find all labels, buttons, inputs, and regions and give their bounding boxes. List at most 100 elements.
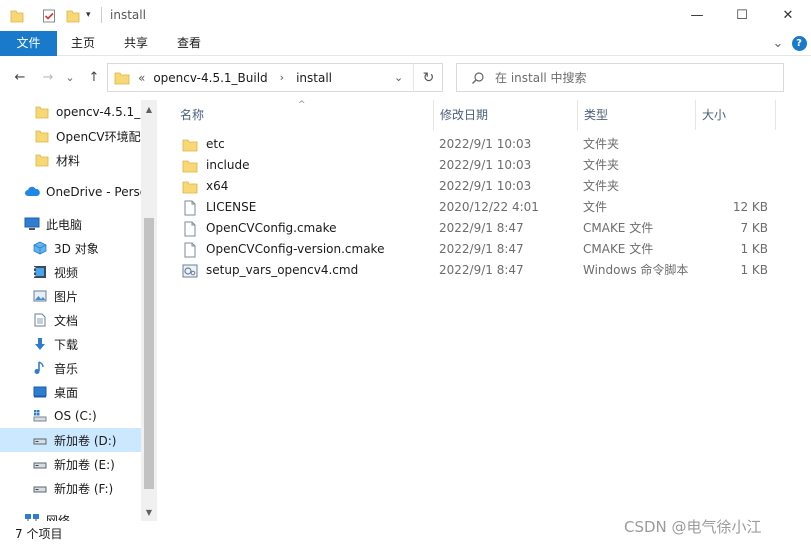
sidebar-item-network[interactable]: 网络: [0, 508, 141, 521]
sidebar-item-label: 此电脑: [46, 217, 83, 232]
sidebar-item-label: 视频: [54, 265, 79, 280]
breadcrumb-install[interactable]: install: [296, 71, 332, 85]
column-header-size[interactable]: 大小: [696, 100, 776, 130]
sidebar-item-label: 网络: [46, 513, 71, 522]
ribbon-collapse-chevron-icon[interactable]: ⌄: [770, 31, 786, 56]
back-button[interactable]: ←: [11, 68, 29, 86]
sidebar-item-pictures[interactable]: 图片: [0, 284, 141, 308]
forward-arrow-icon: →: [42, 69, 54, 85]
sidebar-item-opencv-build[interactable]: opencv-4.5.1_B: [0, 100, 141, 124]
address-bar[interactable]: « opencv-4.5.1_Build › install ⌄: [107, 63, 443, 92]
help-button[interactable]: ?: [790, 31, 808, 56]
title-divider: [101, 7, 102, 23]
tab-file[interactable]: 文件: [0, 31, 57, 56]
help-icon: ?: [791, 36, 807, 51]
tab-view[interactable]: 查看: [163, 31, 215, 56]
sidebar-item-downloads[interactable]: 下载: [0, 332, 141, 356]
sidebar-item-label: 新加卷 (E:): [54, 457, 115, 472]
back-arrow-icon: ←: [14, 69, 26, 85]
sidebar-item-desktop[interactable]: 桌面: [0, 380, 141, 404]
sidebar-item-drive-f[interactable]: 新加卷 (F:): [0, 476, 141, 500]
file-list: 名称 修改日期 类型 大小: [157, 100, 811, 521]
drive-icon: [32, 432, 48, 448]
properties-icon[interactable]: [42, 8, 56, 24]
address-history-chevron-icon[interactable]: ⌄: [394, 71, 403, 84]
search-box[interactable]: 在 install 中搜索: [456, 63, 784, 92]
sidebar-item-label: 图片: [54, 289, 79, 304]
computer-icon: [24, 216, 40, 232]
chevron-down-icon: ⌄: [65, 70, 75, 84]
sidebar-item-opencv-env[interactable]: OpenCV环境配: [0, 124, 141, 148]
sidebar-item-label: OS (C:): [54, 409, 97, 423]
sidebar-item-os-c[interactable]: OS (C:): [0, 404, 141, 428]
sidebar-scrollbar-thumb[interactable]: [144, 218, 154, 489]
picture-icon: [32, 288, 48, 304]
column-header-type[interactable]: 类型: [578, 100, 696, 130]
folder-icon: [114, 70, 130, 86]
drive-icon: [32, 480, 48, 496]
column-header-date[interactable]: 修改日期: [434, 100, 578, 130]
cloud-icon: [24, 184, 40, 200]
breadcrumb-separator-icon: ›: [279, 71, 285, 84]
sidebar-item-label: opencv-4.5.1_B: [56, 105, 141, 119]
sidebar-item-label: 音乐: [54, 361, 79, 376]
refresh-button[interactable]: ↻: [413, 63, 443, 92]
search-icon: [471, 71, 485, 85]
close-button[interactable]: ✕: [765, 0, 811, 31]
watermark-text: CSDN @电气徐小江: [624, 518, 762, 536]
refresh-icon: ↻: [422, 69, 435, 86]
tab-share[interactable]: 共享: [109, 31, 163, 56]
customize-toolbar-chevron-icon[interactable]: ▾: [86, 10, 91, 26]
sidebar-item-label: OneDrive - Perso: [46, 185, 141, 199]
sidebar-item-materials[interactable]: 材料: [0, 148, 141, 172]
sidebar-item-label: 文档: [54, 313, 79, 328]
address-overflow-button[interactable]: «: [138, 71, 145, 85]
sidebar-item-label: 桌面: [54, 385, 79, 400]
item-count: 7 个项目: [15, 527, 63, 541]
os-drive-icon: [32, 408, 48, 424]
sidebar-item-label: 新加卷 (F:): [54, 481, 114, 496]
drive-icon: [32, 456, 48, 472]
network-icon: [24, 512, 40, 521]
video-icon: [32, 264, 48, 280]
sidebar-item-label: 材料: [56, 153, 81, 168]
folder-icon: [10, 8, 24, 24]
scroll-down-arrow-icon[interactable]: ▼: [141, 504, 157, 520]
new-folder-icon[interactable]: [66, 8, 80, 24]
sidebar-item-3d-objects[interactable]: 3D 对象: [0, 236, 141, 260]
minimize-icon: —: [690, 8, 704, 23]
folder-icon: [34, 128, 50, 144]
sidebar-item-drive-d[interactable]: 新加卷 (D:): [0, 428, 141, 452]
sidebar-item-documents[interactable]: 文档: [0, 308, 141, 332]
sidebar-item-music[interactable]: 音乐: [0, 356, 141, 380]
sidebar-item-label: 新加卷 (D:): [54, 433, 117, 448]
sidebar-item-label: OpenCV环境配: [56, 129, 141, 144]
folder-icon: [34, 104, 50, 120]
folder-icon: [34, 152, 50, 168]
cube-icon: [32, 240, 48, 256]
maximize-button[interactable]: ☐: [719, 0, 765, 31]
up-arrow-icon: ↑: [88, 69, 100, 85]
sidebar-item-drive-e[interactable]: 新加卷 (E:): [0, 452, 141, 476]
scroll-up-arrow-icon[interactable]: ▲: [141, 101, 157, 117]
breadcrumb-opencv-build[interactable]: opencv-4.5.1_Build: [153, 71, 267, 85]
forward-button[interactable]: →: [39, 68, 57, 86]
music-icon: [32, 360, 48, 376]
navigation-pane: opencv-4.5.1_B OpenCV环境配 材料 OneDrive - P…: [0, 100, 157, 521]
up-button[interactable]: ↑: [85, 68, 103, 86]
sidebar-item-this-pc[interactable]: 此电脑: [0, 212, 141, 236]
document-icon: [32, 312, 48, 328]
sidebar-item-onedrive[interactable]: OneDrive - Perso: [0, 180, 141, 204]
sort-ascending-icon: ^: [298, 100, 306, 110]
title-bar: ▾ install — ☐ ✕: [0, 0, 811, 31]
ribbon-tabs: 文件 主页 共享 查看 ⌄ ?: [0, 31, 811, 56]
sidebar-item-videos[interactable]: 视频: [0, 260, 141, 284]
recent-locations-button[interactable]: ⌄: [63, 68, 77, 86]
tab-home[interactable]: 主页: [57, 31, 109, 56]
minimize-button[interactable]: —: [674, 0, 720, 31]
close-icon: ✕: [782, 8, 794, 23]
sidebar-item-label: 3D 对象: [54, 241, 99, 256]
sidebar-item-label: 下载: [54, 337, 79, 352]
download-icon: [32, 336, 48, 352]
window-title: install: [110, 8, 146, 22]
